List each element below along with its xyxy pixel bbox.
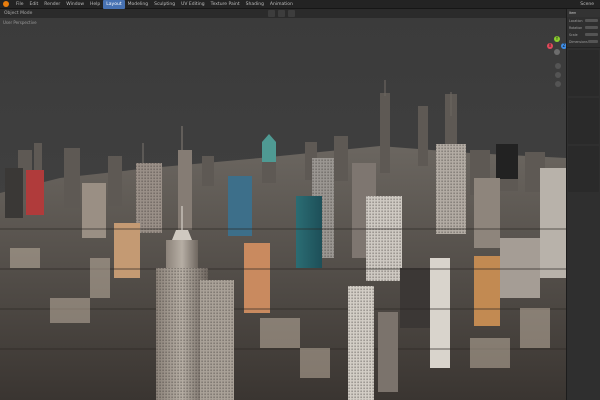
- sidebar-row-label: Scale: [569, 32, 578, 37]
- properties-sidebar: Item Location Rotation Scale Dimensions: [566, 9, 600, 400]
- sidebar-row-rotation: Rotation: [567, 24, 600, 31]
- sidebar-row-dimensions: Dimensions: [567, 38, 600, 45]
- sidebar-panel[interactable]: [568, 146, 599, 192]
- workspace-tab-uv-editing[interactable]: UV Editing: [178, 0, 207, 9]
- viewport-header: Object Mode: [0, 9, 566, 18]
- menu-item-edit[interactable]: Edit: [27, 0, 42, 9]
- top-menu-bar: File Edit Render Window Help Layout Mode…: [0, 0, 600, 9]
- sidebar-row-label: Dimensions: [569, 39, 588, 44]
- axis-x-handle[interactable]: X: [547, 43, 553, 49]
- move-tool-icon[interactable]: [268, 10, 275, 17]
- camera-view-icon[interactable]: [555, 81, 561, 87]
- sidebar-value-field[interactable]: [585, 25, 598, 30]
- workspace-tab-shading[interactable]: Shading: [243, 0, 267, 9]
- sidebar-row-scale: Scale: [567, 31, 600, 38]
- mode-selector[interactable]: Object Mode: [0, 11, 36, 16]
- workspace-tab-layout[interactable]: Layout: [103, 0, 125, 9]
- workspace-tab-sculpting[interactable]: Sculpting: [151, 0, 178, 9]
- workspace-tab-animation[interactable]: Animation: [267, 0, 296, 9]
- sidebar-row-label: Location: [569, 18, 583, 23]
- axis-y-handle[interactable]: Y: [554, 36, 560, 42]
- axis-negative-handle[interactable]: [554, 49, 560, 55]
- blender-logo-icon[interactable]: [3, 1, 9, 7]
- blender-window: File Edit Render Window Help Layout Mode…: [0, 0, 600, 400]
- sidebar-divider: [567, 47, 600, 48]
- menu-item-render[interactable]: Render: [41, 0, 63, 9]
- sidebar-row-location: Location: [567, 17, 600, 24]
- menu-item-file[interactable]: File: [13, 0, 27, 9]
- sidebar-value-field[interactable]: [587, 39, 598, 44]
- snap-icon[interactable]: [278, 10, 285, 17]
- proportional-icon[interactable]: [288, 10, 295, 17]
- menu-item-help[interactable]: Help: [87, 0, 103, 9]
- 3d-viewport[interactable]: User Perspective X Y Z: [0, 18, 566, 400]
- sidebar-title[interactable]: Item: [567, 9, 600, 17]
- sidebar-row-label: Rotation: [569, 25, 583, 30]
- scene-selector[interactable]: Scene: [574, 0, 600, 9]
- pan-icon[interactable]: [555, 72, 561, 78]
- menu-item-window[interactable]: Window: [63, 0, 87, 9]
- workspace-tab-modeling[interactable]: Modeling: [125, 0, 151, 9]
- viewport-tools: [268, 10, 295, 17]
- viewport-nav-icons: [555, 63, 561, 87]
- sidebar-panel[interactable]: [568, 50, 599, 96]
- sidebar-value-field[interactable]: [585, 32, 598, 37]
- zoom-icon[interactable]: [555, 63, 561, 69]
- city-model-render: [0, 80, 566, 400]
- workspace-tab-texture-paint[interactable]: Texture Paint: [208, 0, 243, 9]
- sidebar-value-field[interactable]: [585, 18, 598, 23]
- sidebar-panel[interactable]: [568, 98, 599, 144]
- navigation-gizmo[interactable]: X Y Z: [545, 36, 566, 58]
